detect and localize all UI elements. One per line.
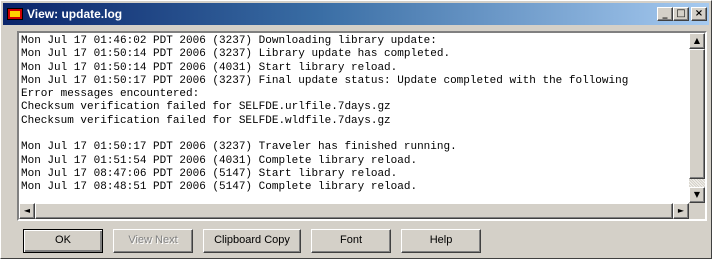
log-text-box[interactable]: Mon Jul 17 01:46:02 PDT 2006 (3237) Down… xyxy=(17,31,707,221)
log-line: Mon Jul 17 01:50:14 PDT 2006 (3237) Libr… xyxy=(21,48,451,61)
scrollbar-corner xyxy=(689,203,705,219)
vertical-scroll-thumb[interactable] xyxy=(689,49,705,179)
log-viewer-window: View: update.log _ □ × Mon Jul 17 01:46:… xyxy=(0,0,712,259)
horizontal-scrollbar[interactable]: ◄ ► xyxy=(19,203,689,219)
scroll-right-icon[interactable]: ► xyxy=(673,203,689,219)
help-button[interactable]: Help xyxy=(401,229,481,253)
minimize-button[interactable]: _ xyxy=(657,7,673,21)
title-bar[interactable]: View: update.log _ □ × xyxy=(3,3,709,25)
log-line: Mon Jul 17 01:50:17 PDT 2006 (3237) Trav… xyxy=(21,141,457,154)
font-button[interactable]: Font xyxy=(311,229,391,253)
clipboard-copy-button[interactable]: Clipboard Copy xyxy=(203,229,301,253)
log-text-area[interactable]: Mon Jul 17 01:46:02 PDT 2006 (3237) Down… xyxy=(21,35,687,203)
scroll-down-icon[interactable]: ▼ xyxy=(689,187,705,203)
maximize-button[interactable]: □ xyxy=(673,7,689,21)
log-line: Mon Jul 17 08:47:06 PDT 2006 (5147) Star… xyxy=(21,167,398,180)
window-title: View: update.log xyxy=(27,7,123,21)
log-line: Mon Jul 17 01:46:02 PDT 2006 (3237) Down… xyxy=(21,35,437,47)
log-line: Mon Jul 17 01:51:54 PDT 2006 (4031) Comp… xyxy=(21,154,418,167)
log-line: Error messages encountered: xyxy=(21,88,200,101)
horizontal-scroll-thumb[interactable] xyxy=(35,203,673,219)
scroll-up-icon[interactable]: ▲ xyxy=(689,33,705,49)
log-line: Checksum verification failed for SELFDE.… xyxy=(21,101,391,114)
scroll-left-icon[interactable]: ◄ xyxy=(19,203,35,219)
log-line: Mon Jul 17 08:48:51 PDT 2006 (5147) Comp… xyxy=(21,181,418,194)
close-button[interactable]: × xyxy=(691,7,707,21)
log-line: Checksum verification failed for SELFDE.… xyxy=(21,114,391,127)
vertical-scrollbar[interactable]: ▲ ▼ xyxy=(689,33,705,203)
app-icon xyxy=(7,8,23,20)
view-next-button[interactable]: View Next xyxy=(113,229,193,253)
log-line: Mon Jul 17 01:50:14 PDT 2006 (4031) Star… xyxy=(21,61,398,74)
log-line: Mon Jul 17 01:50:17 PDT 2006 (3237) Fina… xyxy=(21,74,629,87)
ok-button[interactable]: OK xyxy=(23,229,103,253)
